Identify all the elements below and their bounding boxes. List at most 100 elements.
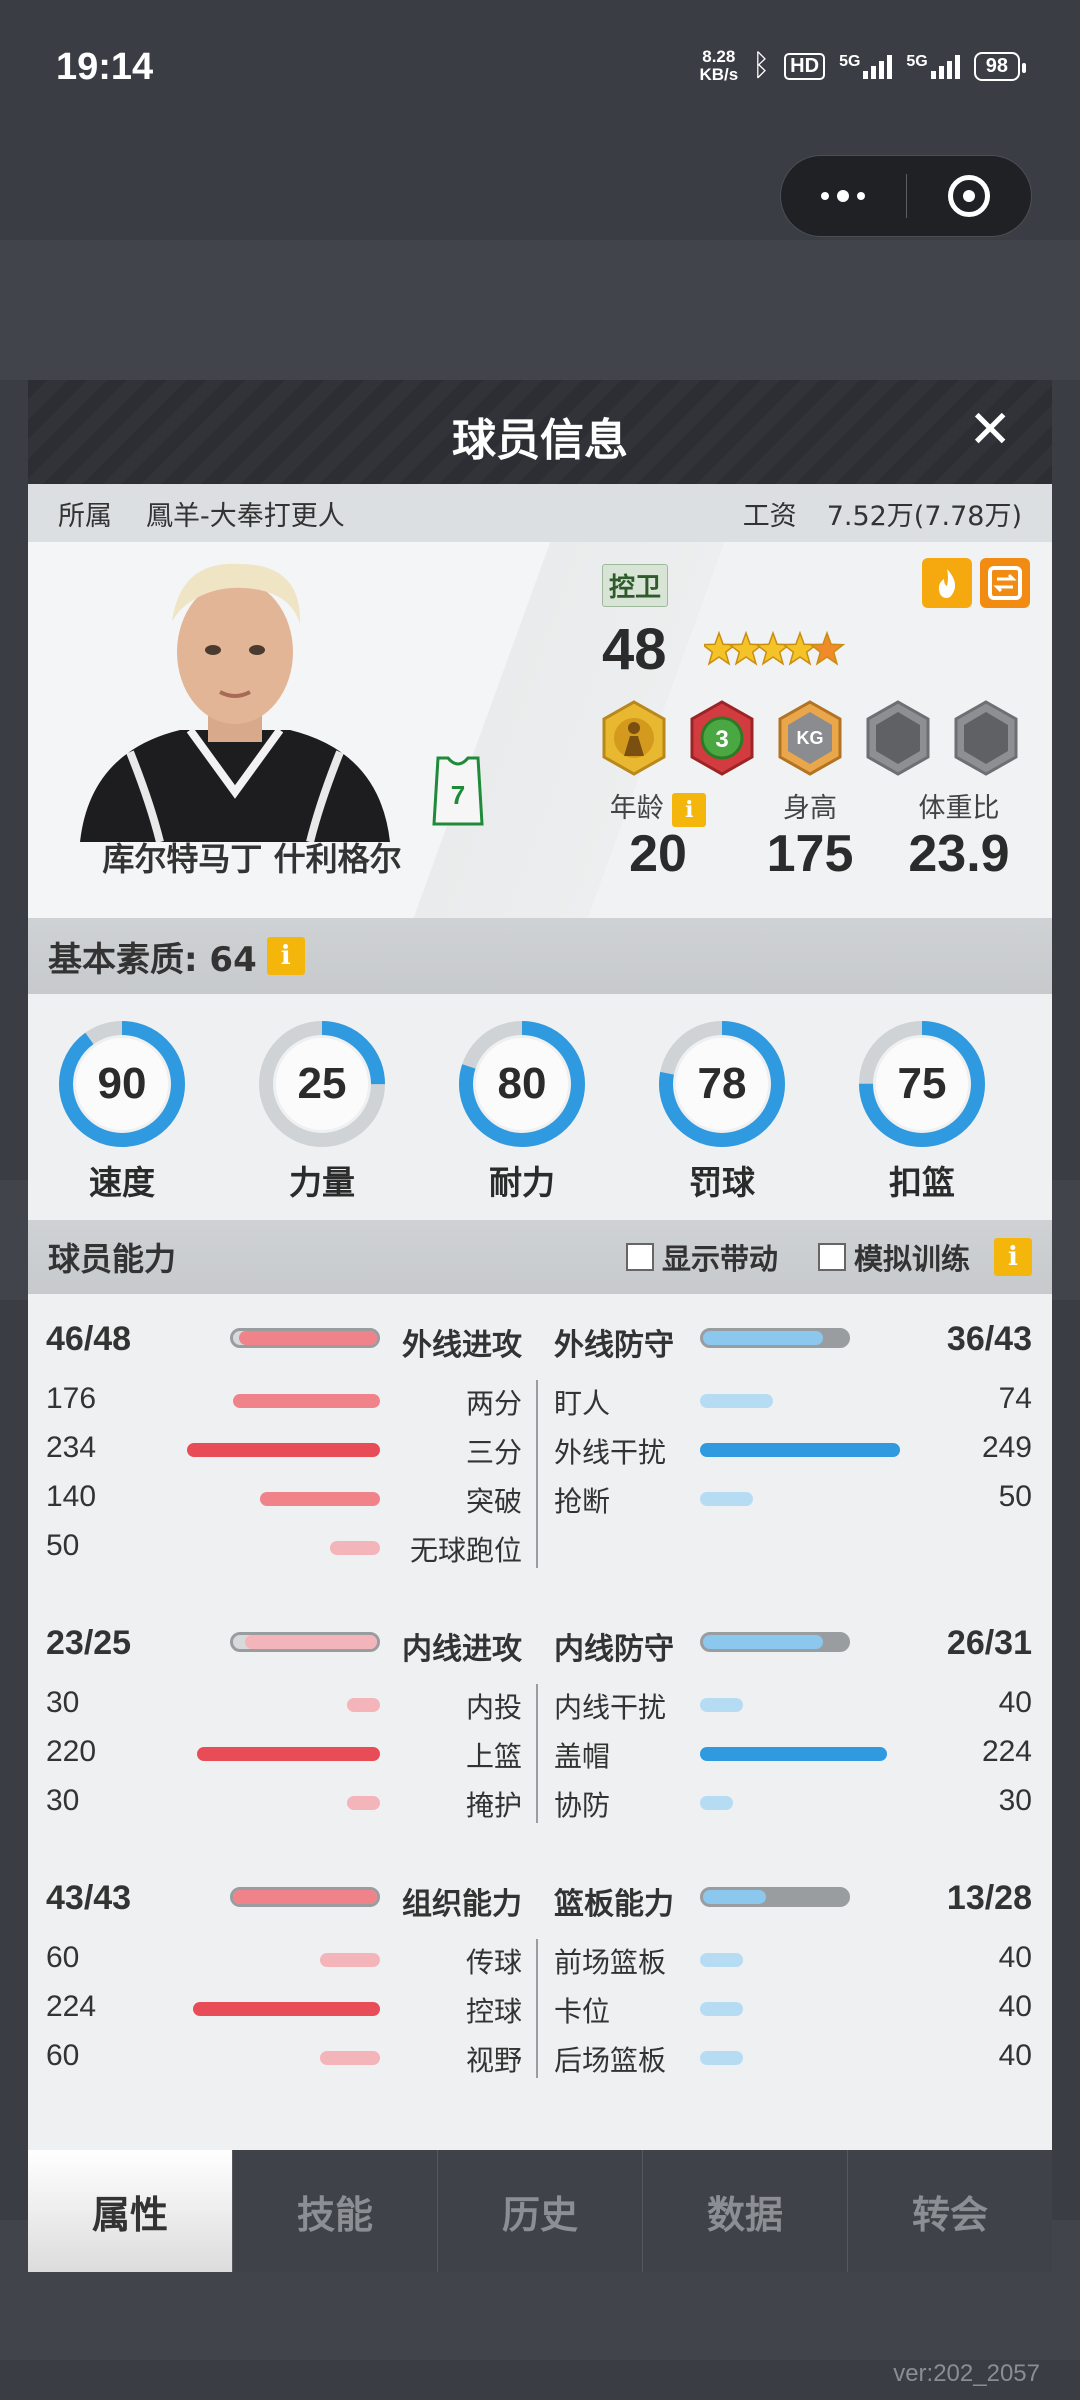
swap-icon bbox=[988, 566, 1022, 600]
ring-4: 75 扣篮 bbox=[852, 1018, 992, 1204]
attr-right-value: 74 bbox=[998, 1382, 1032, 1415]
team-name: 鳳羊-大奉打更人 bbox=[146, 500, 345, 532]
jersey-number: 7 bbox=[451, 780, 465, 810]
attr-right-bar bbox=[700, 1394, 774, 1408]
ability-label: 球员能力 bbox=[48, 1240, 177, 1278]
version-label: ver:202_2057 bbox=[893, 2360, 1040, 2387]
tab-0[interactable]: 属性 bbox=[28, 2150, 233, 2272]
ring-2: 80 耐力 bbox=[452, 1018, 592, 1204]
group-right-value: 36/43 bbox=[946, 1320, 1032, 1358]
attr-right-name: 盯人 bbox=[554, 1387, 611, 1420]
checkbox-icon-2 bbox=[817, 1243, 846, 1271]
group-left-value: 46/48 bbox=[46, 1320, 132, 1358]
attr-right-name: 盖帽 bbox=[554, 1740, 611, 1773]
sim-training-checkbox[interactable]: 模拟训练 bbox=[817, 1236, 970, 1278]
column-divider bbox=[536, 1380, 538, 1568]
weight-ratio-label: 体重比 bbox=[918, 793, 1000, 824]
ring-value: 78 bbox=[698, 1059, 747, 1108]
attr-left-bar bbox=[320, 2051, 380, 2065]
attr-right-bar bbox=[700, 1492, 754, 1506]
ring-gauge: 75 bbox=[859, 1021, 985, 1147]
network-speed-unit: KB/s bbox=[699, 65, 739, 84]
salary-label: 工资 bbox=[742, 500, 797, 532]
team-label: 所属 bbox=[58, 500, 112, 532]
ability-group-head: 23/25 内线进攻 内线防守 26/31 bbox=[28, 1618, 1052, 1667]
basic-info-icon[interactable]: i bbox=[266, 937, 305, 975]
attr-right-bar bbox=[700, 1747, 887, 1761]
group-right-value: 26/31 bbox=[946, 1624, 1032, 1662]
gold-player-badge-icon bbox=[602, 700, 666, 776]
attr-right-name: 卡位 bbox=[554, 1995, 611, 2028]
fire-button[interactable] bbox=[922, 558, 972, 608]
swap-button[interactable] bbox=[980, 558, 1030, 608]
attr-right-name: 内线干扰 bbox=[554, 1691, 667, 1724]
tab-2[interactable]: 历史 bbox=[438, 2150, 643, 2272]
modal-title: 球员信息 bbox=[452, 415, 628, 466]
star bbox=[754, 630, 792, 666]
close-button[interactable]: ✕ bbox=[968, 402, 1012, 458]
attr-right-value: 30 bbox=[998, 1784, 1032, 1817]
hd-icon: HD bbox=[784, 52, 826, 80]
ring-1: 25 力量 bbox=[252, 1018, 392, 1204]
ring-value: 25 bbox=[298, 1059, 347, 1108]
ring-3: 78 罚球 bbox=[652, 1018, 792, 1204]
badge-row: 3 KG bbox=[600, 700, 1020, 776]
badge-kg-text: KG bbox=[797, 728, 824, 748]
star bbox=[781, 630, 819, 666]
height-value: 175 bbox=[766, 825, 854, 883]
attr-left-bar bbox=[233, 1394, 380, 1408]
attr-left-name: 传球 bbox=[465, 1946, 522, 1979]
ability-row: 176 两分 盯人 74 bbox=[28, 1376, 1052, 1424]
stars-icon bbox=[704, 630, 846, 666]
attr-left-bar bbox=[320, 1953, 380, 1967]
attr-left-value: 224 bbox=[46, 1990, 97, 2023]
attr-right-name: 后场篮板 bbox=[554, 2044, 667, 2077]
bottom-tabs: 属性 技能 历史 数据 转会 bbox=[28, 2150, 1052, 2272]
ring-label: 速度 bbox=[89, 1163, 155, 1202]
ability-row: 30 掩护 协防 30 bbox=[28, 1778, 1052, 1826]
group-left-name: 组织能力 bbox=[402, 1887, 522, 1922]
more-button[interactable] bbox=[781, 156, 906, 236]
attr-left-bar bbox=[186, 1443, 380, 1457]
ring-label: 扣篮 bbox=[889, 1163, 955, 1202]
ring-gauge: 90 bbox=[59, 1021, 185, 1147]
attr-right-value: 40 bbox=[998, 2039, 1032, 2072]
attr-left-name: 突破 bbox=[465, 1485, 522, 1518]
age-value: 20 bbox=[629, 825, 687, 883]
attr-left-bar bbox=[260, 1492, 380, 1506]
ability-info-icon[interactable]: i bbox=[994, 1238, 1032, 1276]
background-header bbox=[0, 240, 1080, 380]
group-right-bar-fill bbox=[703, 1890, 766, 1904]
attr-right-bar bbox=[700, 1953, 744, 1967]
attr-left-value: 176 bbox=[46, 1382, 97, 1415]
ability-bar: 球员能力 显示带动 模拟训练 i bbox=[28, 1220, 1052, 1294]
basic-quality-bar: 基本素质: 64 i bbox=[28, 918, 1052, 994]
tab-3[interactable]: 数据 bbox=[643, 2150, 848, 2272]
attr-right-value: 249 bbox=[981, 1431, 1032, 1464]
player-name: 库尔特马丁 什利格尔 bbox=[102, 840, 402, 878]
show-drive-checkbox[interactable]: 显示带动 bbox=[625, 1236, 778, 1278]
player-info-modal: 球员信息 ✕ 所属 鳳羊-大奉打更人 工资 7.52万(7.78万) 7 库尔特… bbox=[28, 380, 1052, 2272]
group-right-name: 内线防守 bbox=[554, 1632, 674, 1667]
ability-row: 30 内投 内线干扰 40 bbox=[28, 1680, 1052, 1728]
ability-group-head: 46/48 外线进攻 外线防守 36/43 bbox=[28, 1314, 1052, 1363]
basic-quality-label: 基本素质: 64 bbox=[48, 939, 257, 980]
checkbox-icon bbox=[625, 1243, 654, 1271]
attr-right-value: 40 bbox=[998, 1686, 1032, 1719]
group-left-bar-fill bbox=[245, 1635, 377, 1649]
star bbox=[704, 630, 738, 666]
empty-badge-icon-2 bbox=[954, 700, 1018, 776]
attr-left-bar bbox=[196, 1747, 380, 1761]
close-miniprogram-button[interactable] bbox=[907, 156, 1032, 236]
age-label-wrap: 年龄 i bbox=[588, 786, 728, 827]
show-drive-label: 显示带动 bbox=[661, 1242, 778, 1276]
attr-left-name: 视野 bbox=[465, 2044, 522, 2077]
jersey-icon: 7 bbox=[430, 754, 486, 826]
tab-1[interactable]: 技能 bbox=[233, 2150, 438, 2272]
ring-value: 90 bbox=[98, 1059, 147, 1108]
age-info-icon[interactable]: i bbox=[672, 792, 707, 827]
tab-4[interactable]: 转会 bbox=[848, 2150, 1052, 2272]
attr-left-name: 两分 bbox=[465, 1387, 522, 1420]
flame-icon bbox=[938, 569, 956, 598]
ability-row: 60 传球 前场篮板 40 bbox=[28, 1935, 1052, 1983]
